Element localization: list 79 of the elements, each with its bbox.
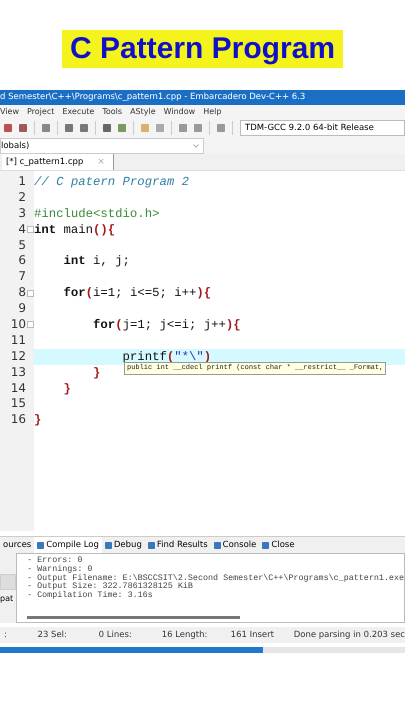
code-text: } (34, 413, 42, 428)
side-button[interactable] (0, 574, 16, 590)
log-line: - Output Size: 322.7861328125 KiB (27, 582, 194, 592)
fold-icon[interactable] (26, 290, 34, 297)
menu-item[interactable]: Tools (102, 105, 122, 118)
window-title: d Semester\C++\Programs\c_pattern1.cpp - Embarcadero Dev-C++ 6.3 (0, 90, 405, 105)
status-text: : (3, 629, 8, 642)
panel-tab[interactable]: Find Results (144, 537, 211, 553)
line-number: 10 (10, 317, 26, 333)
log-line: - Errors: 0 (27, 556, 84, 565)
menu-item[interactable]: AStyle (130, 105, 156, 118)
scrollbar-thumb[interactable] (27, 616, 240, 619)
tab-icon (262, 542, 270, 548)
menu-item[interactable]: Window (164, 105, 196, 118)
code-text: int (62, 254, 86, 268)
compiler-dropdown[interactable]: TDM-GCC 9.2.0 64-bit Release (240, 120, 405, 136)
status-text: 23 Sel: (36, 629, 68, 642)
side-label: pat (0, 594, 14, 602)
tab-label: [*] c_pattern1.cpp (6, 157, 84, 167)
fold-icon[interactable] (26, 321, 34, 328)
menu-item[interactable]: View (0, 105, 19, 118)
code-text: "*\" (174, 350, 204, 364)
log-line: - Warnings: 0 (27, 564, 92, 574)
line-number: 14 (10, 380, 26, 396)
chevron-icon (193, 144, 199, 148)
code-text: printf (122, 350, 167, 364)
tab-icon (37, 542, 44, 548)
code-text: j=1; j<=i; j++ (122, 318, 226, 332)
menu-item[interactable]: Project (26, 105, 54, 118)
code-text: (){ (93, 222, 116, 237)
code-text: ){ (196, 286, 212, 300)
code-text: ){ (226, 318, 241, 332)
log-line: - Output Filename: E:\BSCCSIT\2.Second Semester\C++\Programs\c_pattern1.exe (27, 574, 404, 582)
line-number: 8 (17, 285, 26, 302)
line-number: 9 (17, 301, 26, 318)
menu-item[interactable]: Execute (62, 105, 94, 118)
tab-icon (214, 542, 221, 548)
file-tab[interactable]: [*] c_pattern1.cpp × (2, 154, 114, 170)
panel-tab[interactable]: Console (210, 537, 260, 553)
line-number: 11 (10, 332, 26, 349)
status-text: 0 Lines: (98, 629, 133, 642)
code-text: // C patern Program 2 (34, 174, 189, 189)
line-number: 3 (17, 206, 26, 222)
code-text: i, j; (92, 254, 130, 268)
code-text: main (62, 222, 94, 237)
tab-icon (104, 542, 112, 548)
line-number: 5 (17, 238, 26, 254)
tab-icon (148, 542, 155, 548)
fold-icon[interactable] (26, 226, 34, 234)
log-line: - Compilation Time: 3.16s (27, 591, 154, 600)
line-number: 12 (10, 348, 26, 365)
scope-value: lobals) (1, 140, 30, 153)
code-text: } (62, 382, 71, 396)
code-text: for (62, 286, 86, 300)
line-number: 13 (10, 364, 26, 381)
panel-tab[interactable]: Close (259, 537, 298, 553)
menu-item[interactable]: Help (203, 105, 222, 118)
code-text: int (34, 222, 56, 237)
status-text: Done parsing in 0.203 sec (292, 629, 405, 642)
scope-dropdown[interactable]: lobals) (0, 138, 204, 154)
panel-tab[interactable]: Compile Log (34, 537, 102, 553)
code-text: i=1; i<=5; i++ (93, 286, 196, 300)
line-number: 2 (17, 190, 26, 206)
code-text: ( (115, 318, 123, 332)
panel-tab[interactable]: Debug (102, 537, 145, 553)
line-number: 16 (10, 412, 26, 428)
code-text: for (92, 318, 116, 332)
status-text: 16 Length: (160, 629, 208, 642)
status-text: 161 Insert (230, 629, 275, 642)
line-number: 15 (10, 396, 26, 412)
video-title: C Pattern Program (62, 30, 344, 68)
code-text: } (92, 366, 100, 380)
line-number: 1 (17, 174, 26, 190)
panel-tab[interactable]: ources (0, 537, 34, 553)
line-number: 7 (17, 269, 26, 286)
line-number: 4 (17, 222, 26, 238)
line-number: 6 (17, 253, 26, 270)
code-text: #include<stdio.h> (34, 206, 160, 221)
code-text: ( (86, 286, 94, 300)
